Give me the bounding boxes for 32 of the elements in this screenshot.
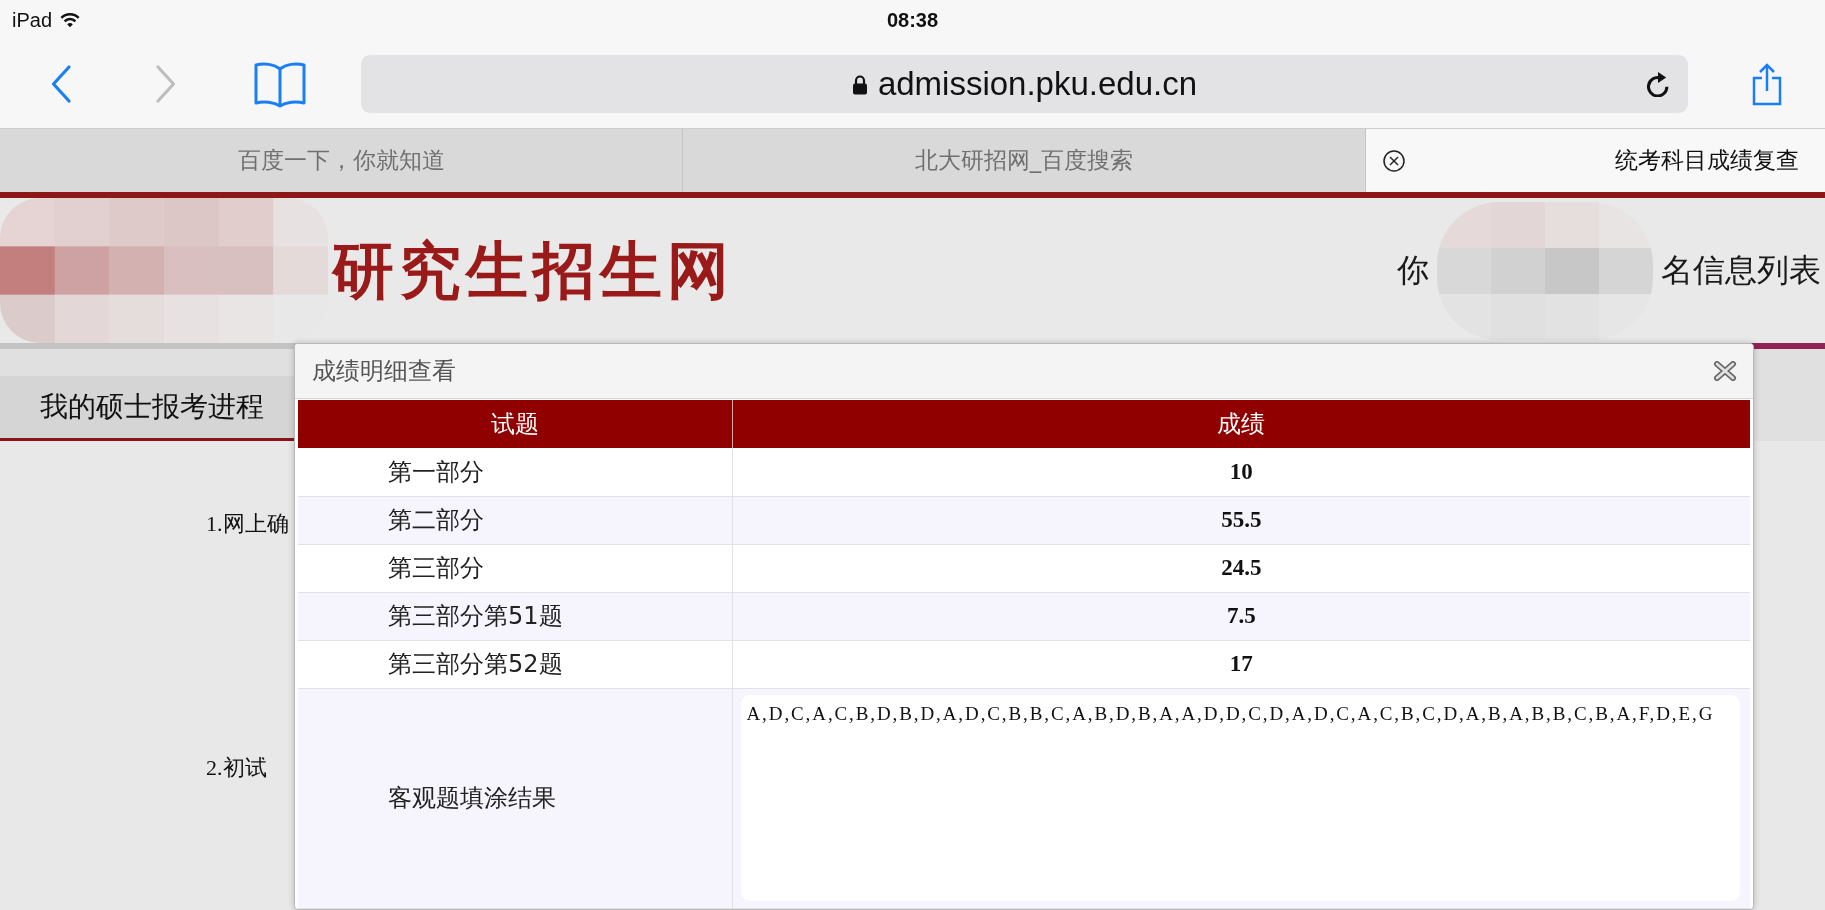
greeting-text: 名信息列表 bbox=[1661, 249, 1821, 291]
address-bar[interactable]: admission.pku.edu.cn bbox=[361, 55, 1688, 113]
score-cell: 55.5 bbox=[732, 496, 1750, 544]
back-chevron-icon[interactable] bbox=[50, 64, 72, 104]
column-header: 试题 bbox=[298, 400, 732, 448]
column-header: 成绩 bbox=[732, 400, 1750, 448]
status-time: 08:38 bbox=[886, 8, 939, 32]
table-cell: 第一部分 bbox=[298, 448, 732, 496]
wifi-icon bbox=[60, 12, 81, 28]
site-title: 研究生招生网 bbox=[332, 232, 734, 309]
table-cell: 第三部分 bbox=[298, 544, 732, 592]
table-cell: 第三部分第51题 bbox=[298, 592, 732, 640]
step-label: 1.网上确 bbox=[206, 511, 289, 537]
reload-icon[interactable] bbox=[1646, 71, 1670, 97]
score-cell: 7.5 bbox=[732, 592, 1750, 640]
answers-text-area[interactable]: A,D,C,A,C,B,D,B,D,A,D,C,B,B,C,A,B,D,B,A,A,D,D,C,D,A,D,C,A,C,B,C,D,A,B,A,B,B,C,B,A,F,D,E,G bbox=[740, 694, 1740, 901]
open-book-icon[interactable] bbox=[254, 60, 306, 108]
table-cell: 第二部分 bbox=[298, 496, 732, 544]
score-cell: 10 bbox=[732, 448, 1750, 496]
greeting-text: 你 bbox=[1397, 249, 1429, 291]
lock-icon bbox=[851, 73, 868, 95]
device-name: iPad bbox=[12, 8, 53, 32]
score-cell: 17 bbox=[732, 640, 1750, 688]
dialog-title: 成绩明细查看 bbox=[312, 356, 456, 387]
table-cell: 第三部分第52题 bbox=[298, 640, 732, 688]
url-text: admission.pku.edu.cn bbox=[877, 65, 1198, 103]
table-cell: 客观题填涂结果 bbox=[298, 688, 732, 909]
close-icon[interactable] bbox=[1383, 149, 1405, 172]
share-icon[interactable] bbox=[1751, 62, 1783, 106]
score-cell: 24.5 bbox=[732, 544, 1750, 592]
browser-tab[interactable]: 统考科目成绩复查 bbox=[1366, 129, 1825, 192]
step-label: 2.初试 bbox=[206, 755, 267, 781]
